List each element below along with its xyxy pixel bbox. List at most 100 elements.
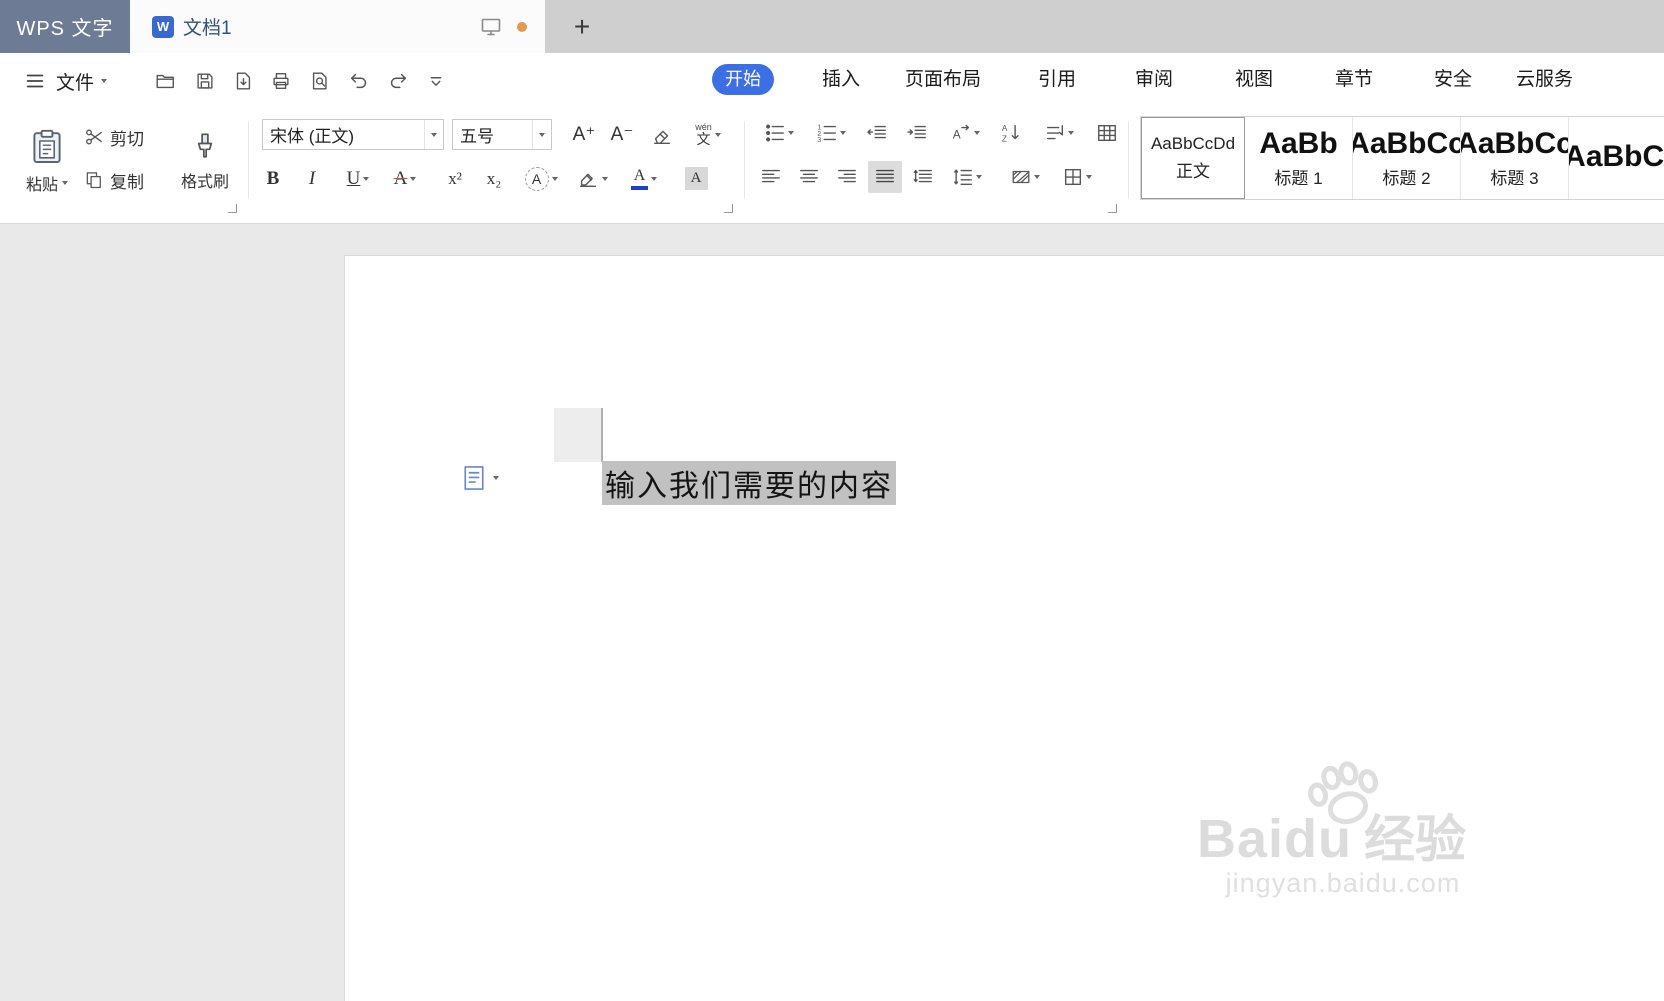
align-right-icon xyxy=(838,169,856,183)
empty-line-selection xyxy=(554,408,602,462)
bold-glyph: B xyxy=(266,167,280,189)
increase-indent-button[interactable] xyxy=(900,117,934,149)
align-left-button[interactable] xyxy=(754,161,788,193)
export-pdf-button[interactable] xyxy=(228,66,258,96)
cut-button[interactable]: 剪切 xyxy=(84,123,144,151)
pinyin-guide-button[interactable]: wén 文 xyxy=(686,119,730,150)
open-file-button[interactable] xyxy=(150,66,180,96)
bullet-list-button[interactable] xyxy=(756,117,802,149)
italic-button[interactable]: I xyxy=(295,163,329,194)
subscript-glyph: x₂ xyxy=(486,168,502,188)
superscript-button[interactable]: x² xyxy=(437,163,473,194)
document-page[interactable]: 输入我们需要的内容 Baidu 经验 jingyan.baidu.com xyxy=(344,255,1664,1001)
chevron-down-icon xyxy=(363,176,370,181)
svg-text:A: A xyxy=(953,128,961,142)
ribbon-tab-section[interactable]: 章节 xyxy=(1335,64,1373,95)
ribbon-tab-home[interactable]: 开始 xyxy=(712,64,774,95)
sort-button[interactable]: AZ xyxy=(994,117,1028,149)
paragraph-dialog-launcher[interactable] xyxy=(1108,204,1117,213)
paste-label: 粘贴 xyxy=(25,177,58,194)
document-tab[interactable]: W 文档1 xyxy=(130,0,545,53)
chevron-down-icon xyxy=(1086,175,1092,179)
subscript-button[interactable]: x₂ xyxy=(476,163,512,194)
ribbon-tab-security[interactable]: 安全 xyxy=(1434,64,1472,95)
chevron-down-icon xyxy=(1034,175,1040,179)
font-family-combobox[interactable]: 宋体 (正文) xyxy=(262,119,444,150)
style-heading-1[interactable]: AaBb 标题 1 xyxy=(1245,117,1353,199)
clear-formatting-button[interactable] xyxy=(644,119,680,150)
format-painter-button[interactable]: 格式刷 xyxy=(176,117,234,207)
ribbon-tab-review[interactable]: 审阅 xyxy=(1135,64,1173,95)
selected-text[interactable]: 输入我们需要的内容 xyxy=(602,461,896,505)
align-right-button[interactable] xyxy=(830,161,864,193)
customize-toolbar-button[interactable] xyxy=(421,66,451,96)
save-icon xyxy=(197,73,213,89)
underline-button[interactable]: U xyxy=(336,163,380,194)
style-normal[interactable]: AaBbCcDd 正文 xyxy=(1141,117,1245,199)
highlight-button[interactable] xyxy=(569,163,615,194)
pinyin-icon: wén 文 xyxy=(695,122,712,147)
font-size-combobox[interactable]: 五号 xyxy=(452,119,552,150)
file-menu-button[interactable]: 文件 xyxy=(56,66,108,96)
numbered-list-button[interactable]: 123 xyxy=(808,117,854,149)
print-button[interactable] xyxy=(266,66,296,96)
distribute-icon xyxy=(913,169,932,183)
ribbon-tab-page-layout[interactable]: 页面布局 xyxy=(905,64,981,95)
bold-button[interactable]: B xyxy=(256,163,290,194)
new-tab-button[interactable]: + xyxy=(556,0,608,53)
font-size-dropdown[interactable] xyxy=(532,120,551,149)
style-preview: AaBb xyxy=(1259,127,1338,160)
style-label: 正文 xyxy=(1176,162,1210,181)
font-family-dropdown[interactable] xyxy=(424,120,443,149)
character-shading-button[interactable]: A xyxy=(676,163,716,194)
grow-font-button[interactable]: A⁺ xyxy=(566,119,602,150)
chevron-down-icon xyxy=(714,132,721,137)
text-effects-icon: A xyxy=(524,166,549,191)
ribbon-tab-insert[interactable]: 插入 xyxy=(822,64,860,95)
app-logo-button[interactable]: WPS 文字 xyxy=(0,0,130,53)
style-heading-2[interactable]: AaBbCc 标题 2 xyxy=(1353,117,1461,199)
text-direction-button[interactable]: A xyxy=(942,117,988,149)
ribbon-tab-references[interactable]: 引用 xyxy=(1038,64,1076,95)
align-center-button[interactable] xyxy=(792,161,826,193)
justify-icon xyxy=(876,169,894,183)
character-shading-icon: A xyxy=(684,167,708,190)
clipboard-dialog-launcher[interactable] xyxy=(228,204,237,213)
chevron-down-icon xyxy=(651,176,657,181)
strikethrough-button[interactable]: A xyxy=(382,163,428,194)
redo-button[interactable] xyxy=(383,66,413,96)
distribute-button[interactable] xyxy=(906,161,940,193)
style-label: 标题 2 xyxy=(1382,169,1431,188)
manuscript-grid-button[interactable] xyxy=(1090,117,1124,149)
paste-options-button[interactable] xyxy=(461,464,499,492)
font-color-button[interactable]: A xyxy=(621,163,667,194)
share-monitor-icon[interactable] xyxy=(479,15,503,39)
numbered-list-icon: 123 xyxy=(817,124,836,144)
chevron-down-icon xyxy=(788,131,794,135)
group-separator xyxy=(248,121,249,199)
borders-button[interactable] xyxy=(1054,161,1100,193)
undo-button[interactable] xyxy=(344,66,374,96)
font-dialog-launcher[interactable] xyxy=(724,204,733,213)
chevron-down-icon xyxy=(493,476,499,480)
ribbon-tab-cloud[interactable]: 云服务 xyxy=(1516,64,1573,95)
decrease-indent-button[interactable] xyxy=(860,117,894,149)
show-marks-button[interactable] xyxy=(1036,117,1082,149)
copy-button[interactable]: 复制 xyxy=(84,166,144,194)
main-menu-button[interactable] xyxy=(20,66,50,96)
shrink-font-glyph: A⁻ xyxy=(610,124,634,145)
print-preview-button[interactable] xyxy=(305,66,335,96)
shading-button[interactable] xyxy=(1002,161,1048,193)
unsaved-indicator-dot xyxy=(517,21,527,32)
justify-button[interactable] xyxy=(868,161,902,193)
grid-settings-icon xyxy=(1098,124,1116,142)
italic-glyph: I xyxy=(308,167,316,189)
save-button[interactable] xyxy=(190,66,220,96)
shrink-font-button[interactable]: A⁻ xyxy=(604,119,640,150)
style-item-clipped[interactable]: AaBbCc xyxy=(1569,117,1664,199)
line-spacing-button[interactable] xyxy=(944,161,990,193)
ribbon-tab-view[interactable]: 视图 xyxy=(1235,64,1273,95)
style-heading-3[interactable]: AaBbCc 标题 3 xyxy=(1461,117,1569,199)
paste-button[interactable]: 粘贴 xyxy=(18,117,76,207)
text-effects-button[interactable]: A xyxy=(518,163,564,194)
